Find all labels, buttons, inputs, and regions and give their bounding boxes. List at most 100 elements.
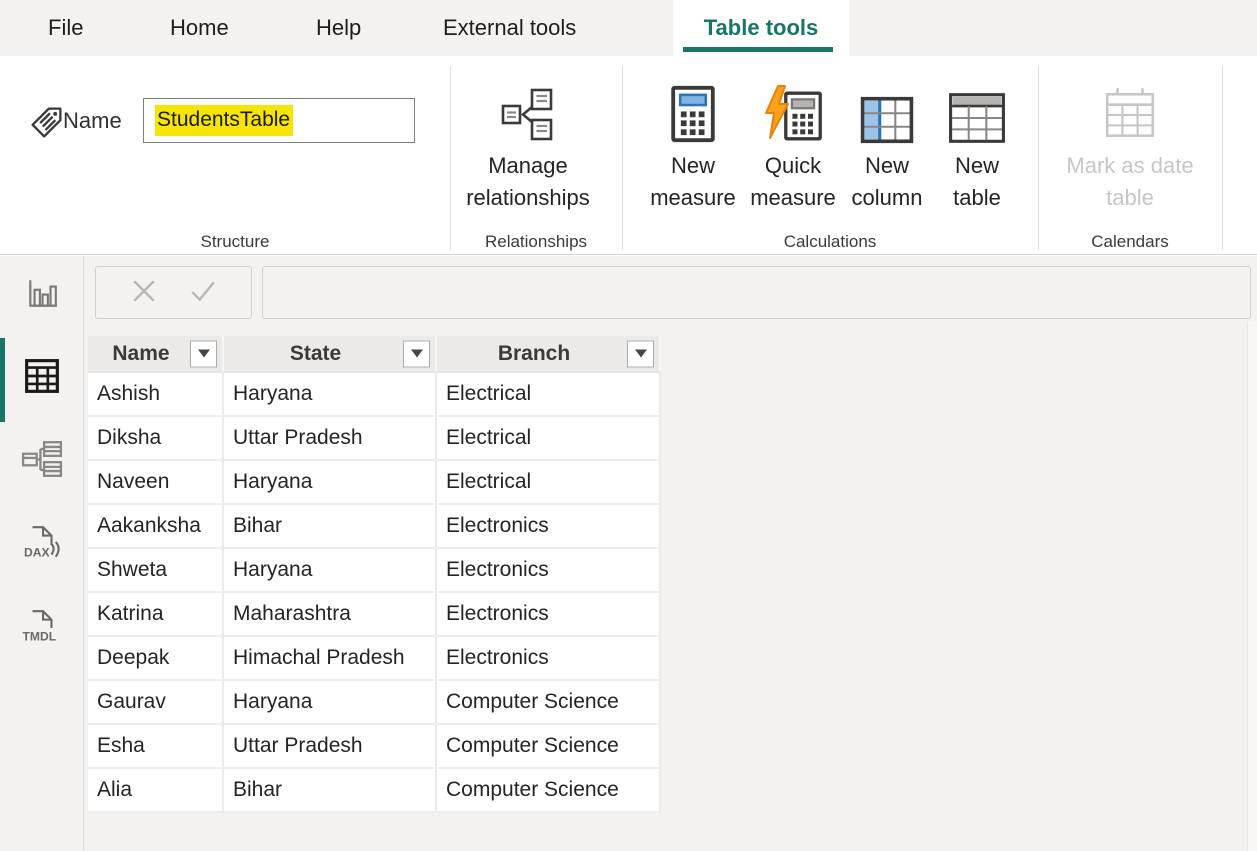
new-table-label: New table	[941, 150, 1013, 214]
formula-commit-button[interactable]	[189, 278, 217, 307]
table-cell[interactable]: Haryana	[224, 461, 437, 505]
filter-dropdown-icon	[198, 350, 210, 358]
column-header-label: Name	[94, 342, 188, 366]
table-cell[interactable]: Bihar	[224, 769, 437, 813]
table-cell[interactable]: Electronics	[437, 637, 661, 681]
table-cell[interactable]: Aakanksha	[88, 505, 224, 549]
sidebar-item-report-view[interactable]	[0, 278, 84, 315]
model-view-icon	[21, 440, 63, 483]
table-cell[interactable]: Katrina	[88, 593, 224, 637]
table-view-icon	[24, 358, 60, 399]
table-name-value: StudentsTable	[155, 105, 293, 136]
quick-measure-label: Quick measure	[742, 150, 844, 214]
table-row: KatrinaMaharashtraElectronics	[88, 593, 661, 637]
menubar-item-external-tools[interactable]: External tools	[443, 0, 576, 56]
table-cell[interactable]: Uttar Pradesh	[224, 725, 437, 769]
table-cell[interactable]: Haryana	[224, 681, 437, 725]
group-label-calculations: Calculations	[630, 230, 1030, 254]
menubar: File Home Help External tools Table tool…	[0, 0, 1257, 56]
vertical-scrollbar[interactable]	[1247, 322, 1257, 851]
sidebar-item-tmdl-view[interactable]: TMDL	[0, 608, 84, 651]
column-header-branch[interactable]: Branch	[437, 336, 661, 373]
data-view-canvas: DAX TMDL	[0, 256, 1257, 851]
table-cell[interactable]: Diksha	[88, 417, 224, 461]
new-measure-button[interactable]: New measure	[646, 74, 740, 214]
table-cell[interactable]: Haryana	[224, 373, 437, 417]
column-header-state[interactable]: State	[224, 336, 437, 373]
table-row: DikshaUttar PradeshElectrical	[88, 417, 661, 461]
quick-measure-icon	[761, 74, 825, 144]
mark-as-date-table-label: Mark as date table	[1060, 150, 1200, 214]
column-filter-button[interactable]	[627, 340, 654, 367]
new-table-button[interactable]: New table	[941, 74, 1013, 214]
new-table-icon	[948, 74, 1006, 144]
quick-measure-button[interactable]: Quick measure	[742, 74, 844, 214]
table-row: AshishHaryanaElectrical	[88, 373, 661, 417]
table-cell[interactable]: Electrical	[437, 373, 661, 417]
menubar-item-home[interactable]: Home	[170, 0, 229, 56]
column-header-name[interactable]: Name	[88, 336, 224, 373]
new-column-button[interactable]: New column	[843, 74, 931, 214]
menubar-item-file[interactable]: File	[48, 0, 83, 56]
table-cell[interactable]: Computer Science	[437, 769, 661, 813]
table-cell[interactable]: Electronics	[437, 549, 661, 593]
table-cell[interactable]: Electronics	[437, 505, 661, 549]
view-sidebar: DAX TMDL	[0, 256, 84, 851]
menubar-item-help[interactable]: Help	[316, 0, 361, 56]
table-header-row: Name State Branch	[88, 336, 661, 373]
table-cell[interactable]: Bihar	[224, 505, 437, 549]
table-cell[interactable]: Electrical	[437, 417, 661, 461]
formula-commit-group	[95, 266, 252, 319]
table-cell[interactable]: Computer Science	[437, 725, 661, 769]
tag-icon	[28, 104, 65, 146]
table-cell[interactable]: Uttar Pradesh	[224, 417, 437, 461]
cancel-x-icon	[131, 278, 157, 307]
table-cell[interactable]: Esha	[88, 725, 224, 769]
table-cell[interactable]: Maharashtra	[224, 593, 437, 637]
table-cell[interactable]: Alia	[88, 769, 224, 813]
column-filter-button[interactable]	[190, 340, 217, 367]
sidebar-item-dax-view[interactable]: DAX	[0, 524, 84, 567]
table-cell[interactable]: Electrical	[437, 461, 661, 505]
table-row: EshaUttar PradeshComputer Science	[88, 725, 661, 769]
table-row: GauravHaryanaComputer Science	[88, 681, 661, 725]
sidebar-item-table-view[interactable]	[0, 358, 84, 399]
tab-table-tools[interactable]: Table tools	[673, 0, 849, 56]
table-cell[interactable]: Shweta	[88, 549, 224, 593]
table-row: ShwetaHaryanaElectronics	[88, 549, 661, 593]
table-body: AshishHaryanaElectricalDikshaUttar Prade…	[88, 373, 661, 813]
svg-text:DAX: DAX	[24, 546, 50, 560]
table-name-input[interactable]: StudentsTable	[143, 98, 415, 143]
tmdl-view-icon: TMDL	[22, 608, 62, 651]
formula-cancel-button[interactable]	[131, 278, 157, 307]
manage-relationships-label: Manage relationships	[448, 150, 608, 214]
table-cell[interactable]: Naveen	[88, 461, 224, 505]
table-cell[interactable]: Gaurav	[88, 681, 224, 725]
column-header-label: State	[230, 342, 401, 366]
sidebar-item-model-view[interactable]	[0, 440, 84, 483]
table-cell[interactable]: Haryana	[224, 549, 437, 593]
formula-bar-input[interactable]	[262, 266, 1251, 319]
mark-as-date-table-button[interactable]: Mark as date table	[1045, 74, 1215, 214]
dax-view-icon: DAX	[23, 524, 61, 567]
new-column-label: New column	[843, 150, 931, 214]
filter-dropdown-icon	[411, 350, 423, 358]
manage-relationships-button[interactable]: Manage relationships	[448, 74, 608, 214]
data-table: NameStateBranch AshishHaryanaElectricalD…	[88, 336, 661, 813]
group-separator	[1038, 66, 1039, 250]
table-row: AakankshaBiharElectronics	[88, 505, 661, 549]
svg-text:TMDL: TMDL	[23, 630, 57, 644]
table-row: AliaBiharComputer Science	[88, 769, 661, 813]
filter-dropdown-icon	[635, 350, 647, 358]
table-cell[interactable]: Deepak	[88, 637, 224, 681]
table-cell[interactable]: Ashish	[88, 373, 224, 417]
column-filter-button[interactable]	[403, 340, 430, 367]
group-label-relationships: Relationships	[456, 230, 616, 254]
table-cell[interactable]: Computer Science	[437, 681, 661, 725]
table-cell[interactable]: Himachal Pradesh	[224, 637, 437, 681]
powerbi-desktop-window: File Home Help External tools Table tool…	[0, 0, 1257, 851]
table-row: NaveenHaryanaElectrical	[88, 461, 661, 505]
new-column-icon	[860, 74, 914, 144]
table-cell[interactable]: Electronics	[437, 593, 661, 637]
ribbon: Name StudentsTable	[0, 56, 1257, 255]
